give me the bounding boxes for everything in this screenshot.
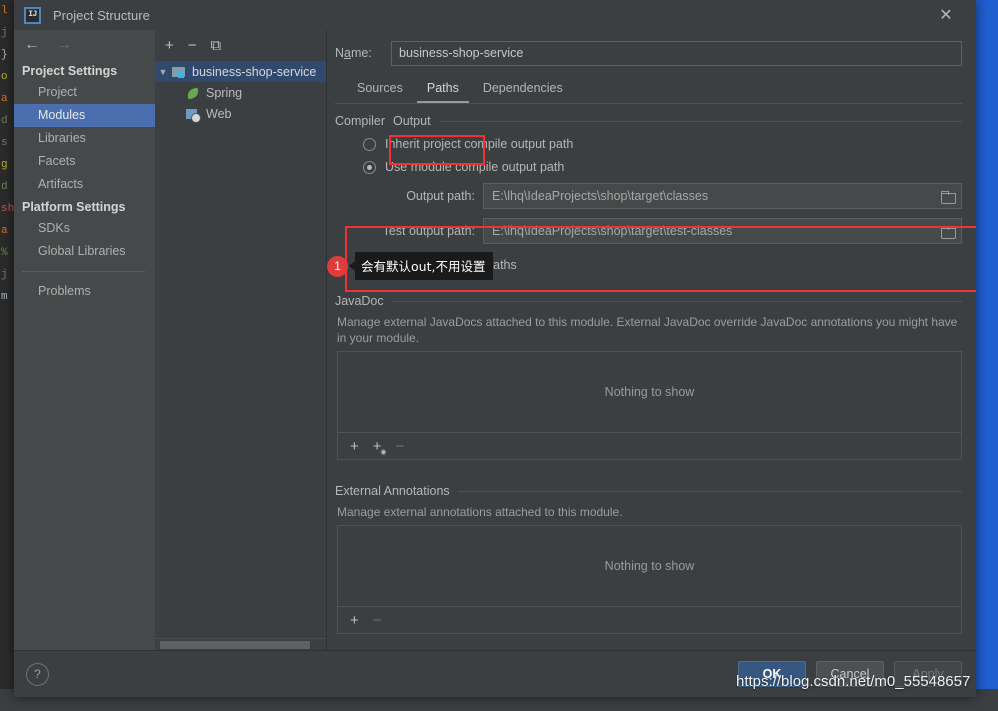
javadoc-list[interactable]: Nothing to show bbox=[337, 351, 962, 433]
external-annotations-empty-text: Nothing to show bbox=[604, 559, 695, 573]
chevron-down-icon[interactable]: ▼ bbox=[155, 67, 171, 77]
tree-node-spring[interactable]: Spring bbox=[155, 82, 326, 103]
forward-arrow-icon[interactable]: → bbox=[56, 37, 72, 53]
radio-button-selected-icon[interactable] bbox=[363, 160, 376, 174]
javadoc-description: Manage external JavaDocs attached to thi… bbox=[337, 315, 958, 345]
background-blue-strip bbox=[976, 0, 998, 711]
nav-group-platform-settings: Platform Settings bbox=[22, 200, 126, 214]
apply-button[interactable]: Apply bbox=[894, 661, 962, 687]
sidebar-item-libraries[interactable]: Libraries bbox=[14, 127, 155, 150]
folder-icon bbox=[941, 225, 956, 239]
annotation-badge: 1 bbox=[327, 255, 348, 277]
external-annotations-remove-icon[interactable]: − bbox=[373, 613, 382, 628]
tree-node-label: Spring bbox=[206, 85, 243, 100]
sidebar-item-global-libraries[interactable]: Global Libraries bbox=[14, 240, 155, 263]
radio-label: Inherit project compile output path bbox=[385, 137, 574, 151]
javadoc-section-label: JavaDoc bbox=[335, 294, 384, 308]
sidebar-divider bbox=[22, 271, 145, 272]
radio-inherit-project-output[interactable]: Inherit project compile output path bbox=[363, 137, 962, 151]
test-output-path-row: Test output path: bbox=[335, 218, 962, 244]
tree-node-web[interactable]: Web bbox=[155, 103, 326, 124]
module-paths-content: Name: Sources Paths Dependencies Compile… bbox=[327, 30, 976, 650]
ok-button[interactable]: OK bbox=[738, 661, 806, 687]
folder-icon bbox=[941, 190, 956, 204]
dialog-body: ← → Project Settings Project Modules Lib… bbox=[14, 30, 976, 650]
scrollbar-thumb[interactable] bbox=[160, 641, 310, 649]
tree-node-label: Web bbox=[206, 106, 232, 121]
external-annotations-add-icon[interactable]: + bbox=[350, 613, 359, 628]
settings-sidebar: ← → Project Settings Project Modules Lib… bbox=[14, 30, 155, 650]
output-path-browse-button[interactable] bbox=[935, 184, 961, 208]
external-annotations-section-label: External Annotations bbox=[335, 484, 450, 498]
remove-module-icon[interactable]: − bbox=[188, 38, 197, 53]
javadoc-remove-icon[interactable]: − bbox=[396, 439, 405, 454]
sidebar-item-facets[interactable]: Facets bbox=[14, 150, 155, 173]
help-icon[interactable]: ? bbox=[26, 662, 49, 686]
back-arrow-icon[interactable]: ← bbox=[24, 37, 40, 53]
module-tree-panel: + − ⧉ ▼ business-shop-service Spring Web bbox=[155, 30, 327, 650]
radio-button-icon[interactable] bbox=[363, 137, 376, 151]
module-name-row: Name: bbox=[335, 40, 962, 66]
external-annotations-description: Manage external annotations attached to … bbox=[337, 505, 623, 519]
module-tree-list: ▼ business-shop-service Spring Web bbox=[155, 60, 326, 638]
dialog-title: Project Structure bbox=[53, 7, 150, 23]
web-icon bbox=[185, 106, 201, 123]
tab-dependencies[interactable]: Dependencies bbox=[473, 78, 573, 103]
dialog-footer: ? OK Cancel Apply bbox=[14, 650, 976, 697]
javadoc-add-icon[interactable]: + bbox=[350, 439, 359, 454]
test-output-path-label: Test output path: bbox=[382, 224, 475, 238]
copy-module-icon[interactable]: ⧉ bbox=[211, 38, 222, 53]
nav-group-project-settings: Project Settings bbox=[22, 64, 118, 78]
output-path-input[interactable] bbox=[484, 189, 935, 203]
sidebar-item-modules[interactable]: Modules bbox=[14, 104, 155, 127]
sidebar-item-problems[interactable]: Problems bbox=[14, 280, 155, 303]
close-icon[interactable]: ✕ bbox=[928, 0, 964, 30]
module-name-label: Name: bbox=[335, 46, 372, 60]
tree-node-business-shop-service[interactable]: ▼ business-shop-service bbox=[155, 61, 326, 82]
annotation-text: 会有默认out,不用设置 bbox=[355, 252, 494, 280]
intellij-idea-icon: IJ bbox=[24, 6, 41, 24]
add-module-icon[interactable]: + bbox=[165, 38, 174, 53]
section-rule bbox=[457, 490, 962, 492]
javadoc-add-url-icon[interactable]: + bbox=[373, 439, 386, 456]
radio-label: Use module compile output path bbox=[385, 160, 565, 174]
external-annotations-list-toolbar: + − bbox=[337, 607, 962, 634]
module-name-input[interactable] bbox=[391, 40, 962, 66]
module-tree-toolbar: + − ⧉ bbox=[155, 30, 326, 60]
tree-node-label: business-shop-service bbox=[192, 64, 317, 79]
annotation-callout: 1 会有默认out,不用设置 bbox=[327, 252, 494, 280]
dialog-titlebar: IJ Project Structure ✕ bbox=[14, 0, 976, 30]
test-output-path-browse-button[interactable] bbox=[935, 219, 961, 243]
section-rule bbox=[438, 120, 962, 122]
javadoc-section-header: JavaDoc bbox=[335, 294, 962, 308]
cancel-button[interactable]: Cancel bbox=[816, 661, 884, 687]
radio-use-module-output[interactable]: Use module compile output path bbox=[363, 160, 962, 174]
tree-horizontal-scrollbar[interactable] bbox=[155, 638, 326, 650]
test-output-path-field[interactable] bbox=[483, 218, 962, 244]
sidebar-item-sdks[interactable]: SDKs bbox=[14, 217, 155, 240]
project-structure-dialog: IJ Project Structure ✕ ← → Project Setti… bbox=[14, 0, 976, 697]
sidebar-item-project[interactable]: Project bbox=[14, 81, 155, 104]
javadoc-empty-text: Nothing to show bbox=[604, 385, 695, 399]
tabs-underline bbox=[335, 103, 962, 104]
spring-icon bbox=[185, 85, 201, 101]
tab-sources[interactable]: Sources bbox=[347, 78, 413, 103]
external-annotations-section-header: External Annotations bbox=[335, 484, 962, 498]
test-output-path-input[interactable] bbox=[484, 224, 935, 238]
module-tabs: Sources Paths Dependencies bbox=[347, 76, 962, 103]
tab-paths[interactable]: Paths bbox=[416, 78, 469, 103]
section-rule bbox=[391, 300, 962, 302]
output-path-row: Output path: bbox=[335, 183, 962, 209]
compiler-output-label-prefix: Compiler bbox=[335, 114, 386, 128]
output-path-label: Output path: bbox=[406, 189, 475, 203]
external-annotations-list[interactable]: Nothing to show bbox=[337, 525, 962, 607]
sidebar-item-artifacts[interactable]: Artifacts bbox=[14, 173, 155, 196]
module-icon bbox=[171, 64, 187, 80]
compiler-output-section-header: Compiler Output bbox=[335, 114, 962, 128]
nav-arrows: ← → bbox=[14, 30, 155, 60]
output-path-field[interactable] bbox=[483, 183, 962, 209]
javadoc-list-toolbar: + + − bbox=[337, 433, 962, 460]
compiler-output-label-highlight: Output bbox=[393, 114, 431, 128]
